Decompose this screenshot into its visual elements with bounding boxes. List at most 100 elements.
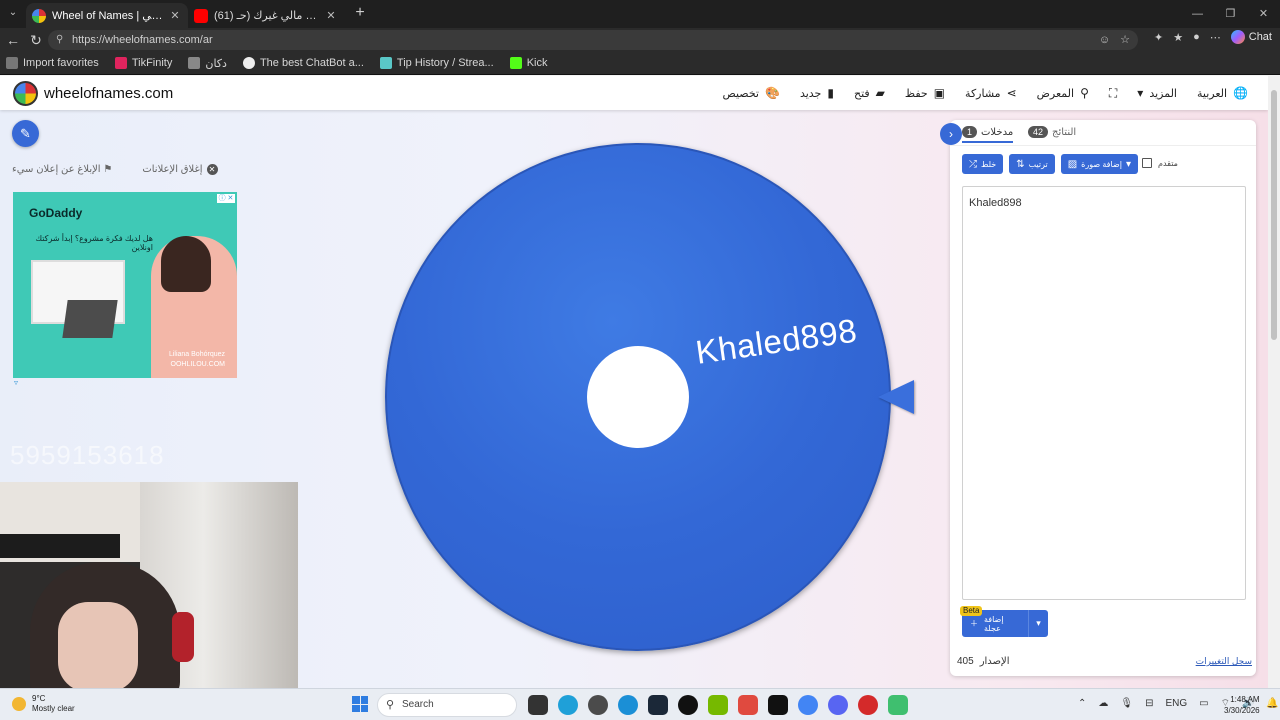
obs-icon[interactable]: [588, 695, 608, 715]
open-button[interactable]: فتح ▰: [844, 76, 895, 110]
bookmark-tikfinity[interactable]: TikFinity: [114, 57, 172, 69]
advertisement[interactable]: GoDaddy هل لديك فكرة مشروع؟ إبدأ شركتك ا…: [13, 192, 237, 378]
clock[interactable]: 1:48 AM 3/30/2026: [1224, 694, 1260, 716]
microphone-icon[interactable]: 🎙: [1120, 698, 1133, 709]
report-ad-link[interactable]: الإبلاغ عن إعلان سيء ⚑: [12, 164, 112, 175]
bookmark-dukan[interactable]: دكان: [188, 57, 227, 70]
copilot-app-icon[interactable]: [558, 695, 578, 715]
read-aloud-icon[interactable]: ☺: [1099, 30, 1110, 50]
language-label: العربية: [1196, 87, 1228, 100]
close-window-icon[interactable]: ✕: [1247, 0, 1280, 28]
file-explorer-icon[interactable]: [528, 695, 548, 715]
version-label: الإصدار: [979, 656, 1010, 667]
language-indicator[interactable]: ENG: [1165, 698, 1187, 709]
copilot-chat-button[interactable]: Chat: [1230, 30, 1272, 44]
chrome-icon[interactable]: [798, 695, 818, 715]
bookmark-import-favorites[interactable]: Import favorites: [6, 57, 99, 69]
palette-icon: 🎨: [764, 86, 780, 100]
bookmark-label: Import favorites: [23, 57, 99, 69]
new-tab-icon[interactable]: +: [352, 5, 368, 21]
entries-textarea[interactable]: Khaled898: [962, 186, 1246, 600]
save-button[interactable]: حفظ ▣: [895, 76, 955, 110]
changelog-link[interactable]: سجل التغييرات: [1196, 656, 1252, 667]
add-wheel-dropdown-icon[interactable]: ▾: [1028, 610, 1048, 637]
shuffle-icon: ⤮: [969, 158, 977, 170]
gallery-button[interactable]: المعرض ⚲: [1027, 76, 1099, 110]
weather-widget[interactable]: 9°C Mostly clear: [12, 694, 75, 714]
browser-tab-youtube[interactable]: (61) سلطان العماني - مالي غيرك (حـ ✕: [188, 3, 344, 28]
profile-avatar-icon[interactable]: ●: [1193, 31, 1200, 43]
close-ads-link[interactable]: إغلاق الإعلانات ✕: [142, 164, 218, 175]
save-icon: ▣: [933, 86, 946, 100]
tab-entries[interactable]: 1 مدخلات: [962, 126, 1014, 143]
minimize-icon[interactable]: —: [1181, 0, 1214, 28]
advanced-toggle[interactable]: متقدم: [1142, 158, 1178, 168]
start-windows-icon[interactable]: [352, 696, 368, 712]
omnibox-actions: ☺ ☆: [1099, 30, 1130, 50]
streaming-app-icon[interactable]: [738, 695, 758, 715]
wheel-center-hub[interactable]: [587, 346, 689, 448]
app-red-icon[interactable]: [858, 695, 878, 715]
nvidia-icon[interactable]: [708, 695, 728, 715]
new-button[interactable]: جديد ▮: [790, 76, 844, 110]
edit-pencil-button[interactable]: ✎: [12, 120, 39, 147]
site-logo-icon[interactable]: [13, 81, 38, 106]
notification-bell-icon[interactable]: 🔔: [1266, 698, 1278, 709]
app-green-icon[interactable]: [888, 695, 908, 715]
more-button[interactable]: ▾ المزيد: [1127, 76, 1187, 110]
favorite-star-icon[interactable]: ☆: [1120, 30, 1130, 50]
favorites-icon[interactable]: ★: [1173, 31, 1183, 44]
add-wheel-label: إضافة عجلة: [984, 614, 1004, 633]
report-ad-label: الإبلاغ عن إعلان سيء: [12, 164, 101, 175]
edge-icon[interactable]: [618, 695, 638, 715]
close-tab-icon[interactable]: ✕: [324, 9, 338, 22]
weather-text: 9°C Mostly clear: [32, 694, 75, 714]
cloud-icon[interactable]: ☁: [1098, 698, 1108, 709]
collapse-panel-chevron-icon[interactable]: ›: [940, 123, 962, 145]
version-number: 405: [957, 656, 974, 667]
add-image-button[interactable]: ▨ إضافة صورة ▾: [1060, 154, 1138, 174]
usb-icon[interactable]: ⊟: [1145, 698, 1153, 709]
xbox-icon[interactable]: [678, 695, 698, 715]
extensions-icon[interactable]: ✦: [1154, 31, 1163, 44]
tiktok-icon[interactable]: [768, 695, 788, 715]
display-icon[interactable]: ▭: [1199, 698, 1208, 709]
scrollbar-thumb[interactable]: [1271, 90, 1277, 340]
version-info: 405 الإصدار: [957, 656, 1010, 667]
window-controls: — ❐ ✕: [1181, 0, 1280, 28]
browser-toolbar-right: ✦ ★ ● ⋯ Chat: [1154, 30, 1272, 44]
sort-button[interactable]: ⇅ ترتيب: [1009, 154, 1055, 174]
tab-list-icon[interactable]: ⌄: [4, 4, 22, 22]
ad-person-hair: [161, 236, 211, 292]
add-image-label: إضافة صورة: [1081, 159, 1122, 169]
back-icon[interactable]: ←: [4, 31, 22, 49]
language-button[interactable]: العربية 🌐: [1187, 76, 1258, 110]
share-button[interactable]: مشاركة ⋖: [955, 76, 1027, 110]
results-count-badge: 42: [1028, 126, 1049, 138]
fullscreen-button[interactable]: ⛶: [1099, 76, 1127, 110]
restore-icon[interactable]: ❐: [1214, 0, 1247, 28]
advanced-checkbox[interactable]: [1142, 158, 1152, 168]
site-info-icon[interactable]: ⚲: [56, 30, 63, 50]
close-tab-icon[interactable]: ✕: [168, 9, 182, 22]
taskbar-search-input[interactable]: ⚲ Search: [377, 693, 517, 717]
flag-icon: ⚑: [103, 164, 113, 175]
bookmark-kick[interactable]: Kick: [509, 57, 547, 69]
bookmark-chatbot[interactable]: The best ChatBot a...: [242, 57, 364, 69]
site-header: wheelofnames.com تخصيص 🎨 جديد ▮ فتح ▰ حفظ ▣ …: [0, 76, 1268, 110]
page-scrollbar[interactable]: [1268, 76, 1280, 688]
more-menu-icon[interactable]: ⋯: [1210, 31, 1221, 44]
tab-results[interactable]: 42 النتائج: [1028, 126, 1076, 138]
reload-icon[interactable]: ↻: [27, 31, 45, 49]
customize-button[interactable]: تخصيص 🎨: [712, 76, 789, 110]
discord-icon[interactable]: [828, 695, 848, 715]
adchoices-icon[interactable]: ⓘ ✕: [217, 194, 235, 203]
url-input[interactable]: ⚲ https://wheelofnames.com/ar ☺ ☆: [48, 30, 1138, 50]
steam-icon[interactable]: [648, 695, 668, 715]
browser-tab-wheelofnames[interactable]: Wheel of Names | الاسم العشوائي ✕: [26, 3, 188, 28]
search-icon: ⚲: [1080, 86, 1089, 100]
chevron-up-icon[interactable]: ⌃: [1078, 698, 1086, 709]
shuffle-button[interactable]: ⤮ خلط: [962, 154, 1004, 174]
bookmark-tip-history[interactable]: Tip History / Strea...: [379, 57, 494, 69]
site-logo-text[interactable]: wheelofnames.com: [44, 85, 173, 102]
